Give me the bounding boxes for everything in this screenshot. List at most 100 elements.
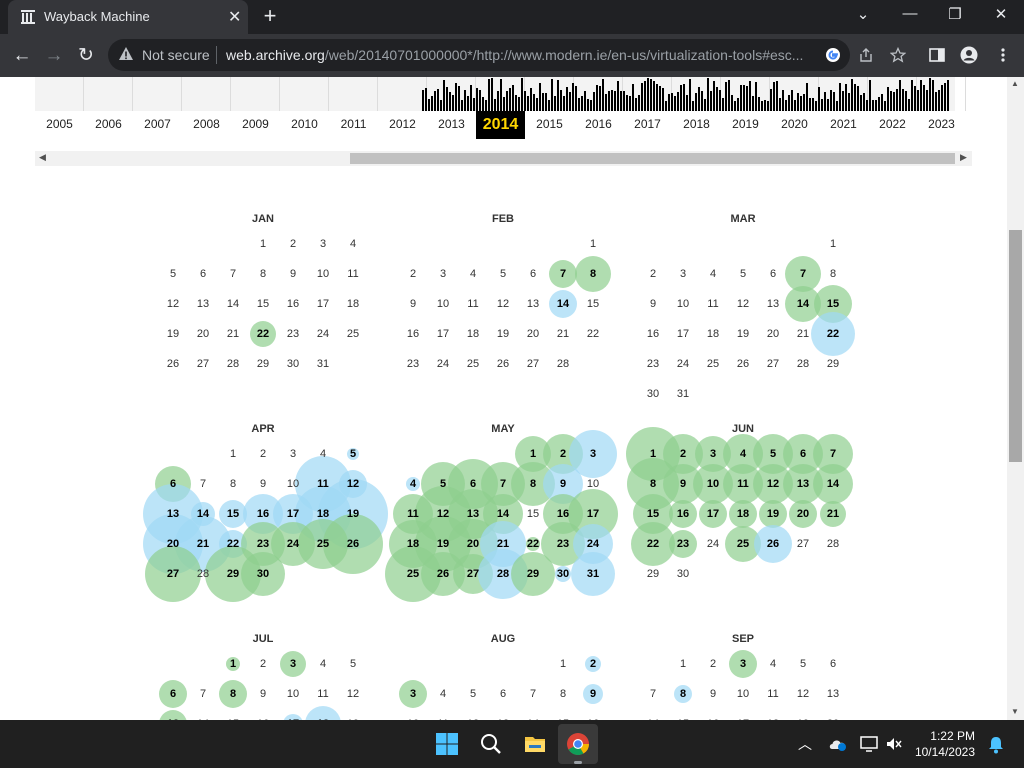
capture-day[interactable]: 26 — [323, 514, 383, 574]
capture-day[interactable]: 7 — [548, 259, 578, 289]
onedrive-icon[interactable] — [828, 736, 848, 752]
capture-day[interactable]: 14 — [548, 289, 578, 319]
scroll-right-icon[interactable]: ▶ — [960, 152, 967, 163]
file-explorer-icon[interactable] — [523, 732, 547, 756]
year-2023[interactable]: 2023 — [917, 117, 966, 131]
url-text[interactable]: web.archive.org/web/20140701000000*/http… — [226, 47, 816, 63]
capture-day[interactable]: 8 — [575, 256, 611, 292]
capture-day[interactable]: 3 — [728, 649, 758, 679]
year-2010[interactable]: 2010 — [280, 117, 329, 131]
menu-kebab-icon[interactable] — [994, 46, 1012, 64]
year-2015[interactable]: 2015 — [525, 117, 574, 131]
capture-day[interactable]: 26 — [754, 525, 792, 563]
capture-day[interactable]: 13 — [158, 709, 188, 720]
chrome-taskbar-button[interactable] — [558, 724, 598, 764]
display-icon[interactable] — [859, 735, 879, 753]
year-2012[interactable]: 2012 — [378, 117, 427, 131]
back-button[interactable]: ← — [10, 44, 34, 68]
reload-button[interactable]: ↻ — [74, 44, 98, 68]
capture-day[interactable]: 6 — [158, 679, 188, 709]
close-tab-icon[interactable]: ✕ — [228, 7, 241, 27]
capture-day[interactable]: 18 — [305, 706, 341, 720]
capture-day[interactable]: 21 — [818, 499, 848, 529]
page-scrollbar[interactable]: ▲ ▼ — [1007, 77, 1024, 720]
scroll-up-icon[interactable]: ▲ — [1011, 79, 1019, 88]
scroll-down-icon[interactable]: ▼ — [1011, 707, 1019, 716]
capture-day[interactable]: 23 — [668, 529, 698, 559]
profile-icon[interactable] — [960, 46, 978, 64]
windows-start-icon[interactable] — [435, 732, 459, 756]
capture-day[interactable]: 9 — [578, 679, 608, 709]
new-tab-button[interactable]: + — [258, 3, 282, 29]
capture-day[interactable]: 3 — [278, 649, 308, 679]
side-panel-icon[interactable] — [928, 46, 946, 64]
capture-bar — [800, 96, 802, 111]
capture-bar — [446, 87, 448, 111]
year-2022[interactable]: 2022 — [868, 117, 917, 131]
google-lens-icon[interactable] — [825, 47, 841, 63]
day-number: 16 — [676, 508, 690, 520]
capture-day[interactable]: 17 — [698, 499, 728, 529]
scroll-left-icon[interactable]: ◀ — [39, 152, 46, 163]
system-clock[interactable]: 1:22 PM 10/14/2023 — [905, 728, 975, 760]
capture-day[interactable]: 29 — [511, 552, 555, 596]
capture-day[interactable]: 7 — [785, 256, 821, 292]
capture-day[interactable]: 16 — [668, 499, 698, 529]
day-number: 6 — [829, 658, 837, 670]
capture-day[interactable]: 22 — [631, 522, 675, 566]
timeline-scrollbar[interactable]: ◀ ▶ — [35, 151, 972, 166]
volume-muted-icon[interactable] — [885, 735, 903, 753]
day-number: 14 — [226, 298, 240, 310]
year-2013[interactable]: 2013 — [427, 117, 476, 131]
capture-day[interactable]: 14 — [813, 464, 853, 504]
minimize-button[interactable]: — — [897, 5, 923, 22]
day-number: 11 — [437, 718, 448, 720]
year-2016[interactable]: 2016 — [574, 117, 623, 131]
year-2005[interactable]: 2005 — [35, 117, 84, 131]
capture-sparkline[interactable] — [35, 77, 966, 111]
year-2018[interactable]: 2018 — [672, 117, 721, 131]
capture-day[interactable]: 31 — [571, 552, 615, 596]
capture-day[interactable]: 30 — [241, 552, 285, 596]
year-2006[interactable]: 2006 — [84, 117, 133, 131]
capture-day[interactable]: 8 — [668, 679, 698, 709]
calendar-day: 15 — [668, 709, 698, 720]
close-window-button[interactable]: ✕ — [988, 5, 1014, 23]
browser-tab[interactable]: Wayback Machine ✕ — [8, 0, 248, 34]
capture-day[interactable]: 8 — [218, 679, 248, 709]
year-2007[interactable]: 2007 — [133, 117, 182, 131]
year-2020[interactable]: 2020 — [770, 117, 819, 131]
year-2009[interactable]: 2009 — [231, 117, 280, 131]
capture-day[interactable]: 1 — [218, 649, 248, 679]
day-number: 30 — [256, 568, 270, 580]
restore-button[interactable]: ❐ — [942, 5, 968, 23]
bookmark-star-icon[interactable] — [890, 47, 906, 63]
year-2014[interactable]: 2014 — [476, 111, 525, 139]
address-bar[interactable]: Not secure web.archive.org/web/201407010… — [108, 39, 906, 71]
forward-button[interactable]: → — [42, 44, 66, 68]
year-2008[interactable]: 2008 — [182, 117, 231, 131]
capture-day[interactable]: 22 — [248, 319, 278, 349]
notification-bell-icon[interactable] — [988, 736, 1004, 754]
capture-bar — [890, 91, 892, 111]
year-2011[interactable]: 2011 — [329, 117, 378, 131]
capture-day[interactable]: 27 — [145, 546, 201, 602]
year-2021[interactable]: 2021 — [819, 117, 868, 131]
show-hidden-icons-icon[interactable]: ︿ — [798, 734, 812, 754]
capture-day[interactable]: 18 — [728, 499, 758, 529]
calendar-day: 2 — [638, 259, 668, 289]
tab-search-icon[interactable]: ⌄ — [850, 5, 876, 23]
capture-day[interactable]: 17 — [278, 709, 308, 720]
capture-day[interactable]: 3 — [398, 679, 428, 709]
capture-day[interactable]: 2 — [578, 649, 608, 679]
capture-day[interactable]: 3 — [569, 430, 617, 478]
page-scroll-thumb[interactable] — [1009, 230, 1022, 462]
timeline-scroll-thumb[interactable] — [350, 153, 955, 164]
capture-day[interactable]: 22 — [811, 312, 855, 356]
capture-day[interactable]: 20 — [788, 499, 818, 529]
search-icon[interactable] — [479, 732, 503, 756]
share-icon[interactable] — [858, 47, 874, 63]
year-2019[interactable]: 2019 — [721, 117, 770, 131]
year-2017[interactable]: 2017 — [623, 117, 672, 131]
capture-bar — [644, 81, 646, 111]
